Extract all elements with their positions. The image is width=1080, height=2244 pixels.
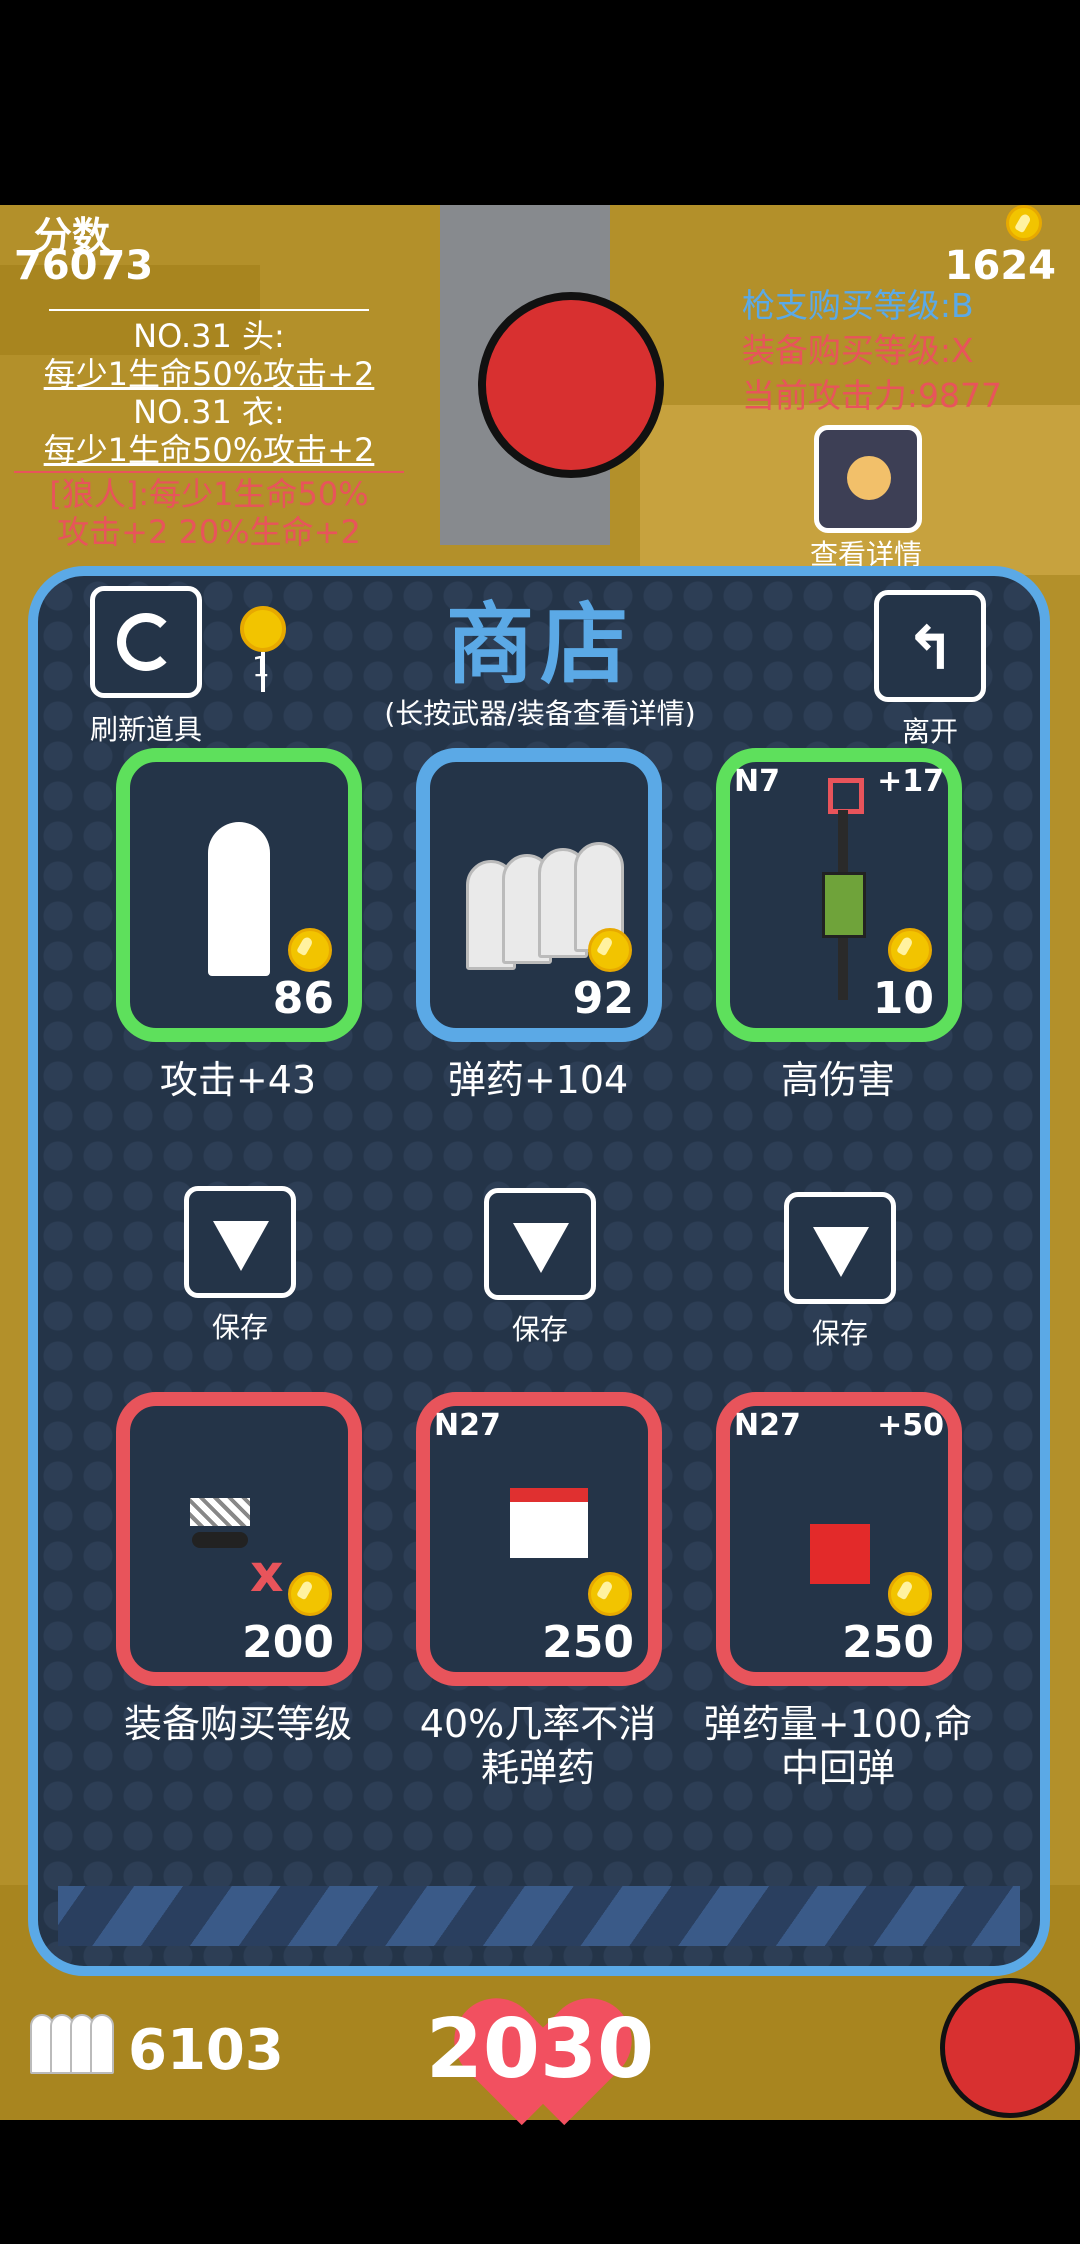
shop-item-weapon[interactable]: N7 +17 10	[716, 748, 962, 1042]
buff-body-title: NO.31 衣:	[133, 393, 285, 431]
hazard-stripe	[58, 1886, 1020, 1946]
save-label-3: 保存	[812, 1317, 869, 1350]
coin-icon	[888, 1572, 932, 1616]
leave-button[interactable]: ↰	[874, 590, 986, 702]
item-label-line1: 40%几率不消	[419, 1702, 657, 1746]
item-label: 高伤害	[780, 1058, 895, 1102]
item-bonus: +17	[877, 764, 944, 799]
refresh-token-icon	[240, 606, 286, 652]
buff-head-desc: 每少1生命50%攻击+2	[43, 355, 375, 393]
item-label: 装备购买等级	[123, 1702, 352, 1746]
item-price: 200	[242, 1617, 334, 1668]
x-mark-icon: x	[250, 1544, 284, 1604]
view-details-button[interactable]	[814, 425, 922, 533]
shop-item-equip-level[interactable]: x 200	[116, 1392, 362, 1686]
shop-item-ammo[interactable]: 92	[416, 748, 662, 1042]
coin-icon	[888, 928, 932, 972]
item-label-line1: 弹药量+100,命	[703, 1702, 973, 1746]
refresh-count: 1	[252, 650, 270, 683]
item-label-line2: 耗弹药	[480, 1746, 595, 1790]
down-arrow-icon	[513, 1223, 569, 1273]
item-label: 攻击+43	[159, 1058, 317, 1102]
item-bonus: +50	[877, 1408, 944, 1443]
item-label: 弹药+104	[447, 1058, 629, 1102]
down-arrow-icon	[213, 1221, 269, 1271]
save-label-1: 保存	[212, 1311, 269, 1344]
item-price: 250	[842, 1617, 934, 1668]
save-button-1[interactable]	[184, 1186, 296, 1298]
skull-icon	[847, 456, 891, 500]
hp-value: 2030	[425, 2002, 655, 2097]
down-arrow-icon	[813, 1227, 869, 1277]
buff-body-desc: 每少1生命50%攻击+2	[43, 431, 375, 469]
buff-werewolf-line1: [狼人]:每少1生命50%	[49, 475, 369, 513]
boss-portrait	[940, 1978, 1080, 2118]
return-arrow-icon: ↰	[905, 614, 956, 684]
save-button-3[interactable]	[784, 1192, 896, 1304]
coin-icon	[288, 1572, 332, 1616]
refresh-items-button[interactable]	[90, 586, 202, 698]
attack-power-text: 当前攻击力:9877	[741, 376, 1002, 415]
gun-level-text: 枪支购买等级:B	[741, 286, 974, 325]
item-price: 250	[542, 1617, 634, 1668]
stats-panel: 枪支购买等级:B 装备购买等级:X 当前攻击力:9877	[742, 283, 1002, 418]
buff-list: NO.31 头: 每少1生命50%攻击+2 NO.31 衣: 每少1生命50%攻…	[14, 305, 404, 551]
rifle-body-icon	[822, 872, 866, 938]
bullet-icon	[208, 822, 270, 976]
item-price: 86	[272, 973, 334, 1024]
glasses-icon	[192, 1532, 248, 1548]
refresh-items-label: 刷新道具	[90, 713, 203, 746]
buff-head-title: NO.31 头:	[133, 317, 285, 355]
scope-icon	[828, 778, 864, 814]
helmet-icon	[510, 1488, 588, 1558]
refresh-icon	[117, 613, 175, 671]
coin-icon	[588, 928, 632, 972]
item-tag: N27	[434, 1408, 501, 1443]
top-hud: 分数 76073 1624 枪支购买等级:B 装备购买等级:X 当前攻击力:98…	[0, 205, 1080, 571]
score-value: 76073	[14, 243, 154, 289]
save-button-2[interactable]	[484, 1188, 596, 1300]
equip-level-text: 装备购买等级:X	[741, 331, 974, 370]
item-tag: N7	[734, 764, 780, 799]
save-label-2: 保存	[512, 1313, 569, 1346]
buff-werewolf-line2: 攻击+2 20%生命+2	[57, 513, 361, 551]
suit-icon	[810, 1524, 870, 1584]
item-label-line2: 中回弹	[780, 1746, 895, 1790]
coin-icon	[1006, 205, 1042, 241]
shop-item-suit[interactable]: N27 +50 250	[716, 1392, 962, 1686]
coin-icon	[588, 1572, 632, 1616]
leave-label: 离开	[902, 715, 959, 748]
shop-item-attack[interactable]: 86	[116, 748, 362, 1042]
item-tag: N27	[734, 1408, 801, 1443]
shop-item-helmet[interactable]: N27 250	[416, 1392, 662, 1686]
item-price: 92	[572, 973, 634, 1024]
sunglasses-icon	[190, 1498, 250, 1526]
item-price: 10	[872, 973, 934, 1024]
coin-icon	[288, 928, 332, 972]
